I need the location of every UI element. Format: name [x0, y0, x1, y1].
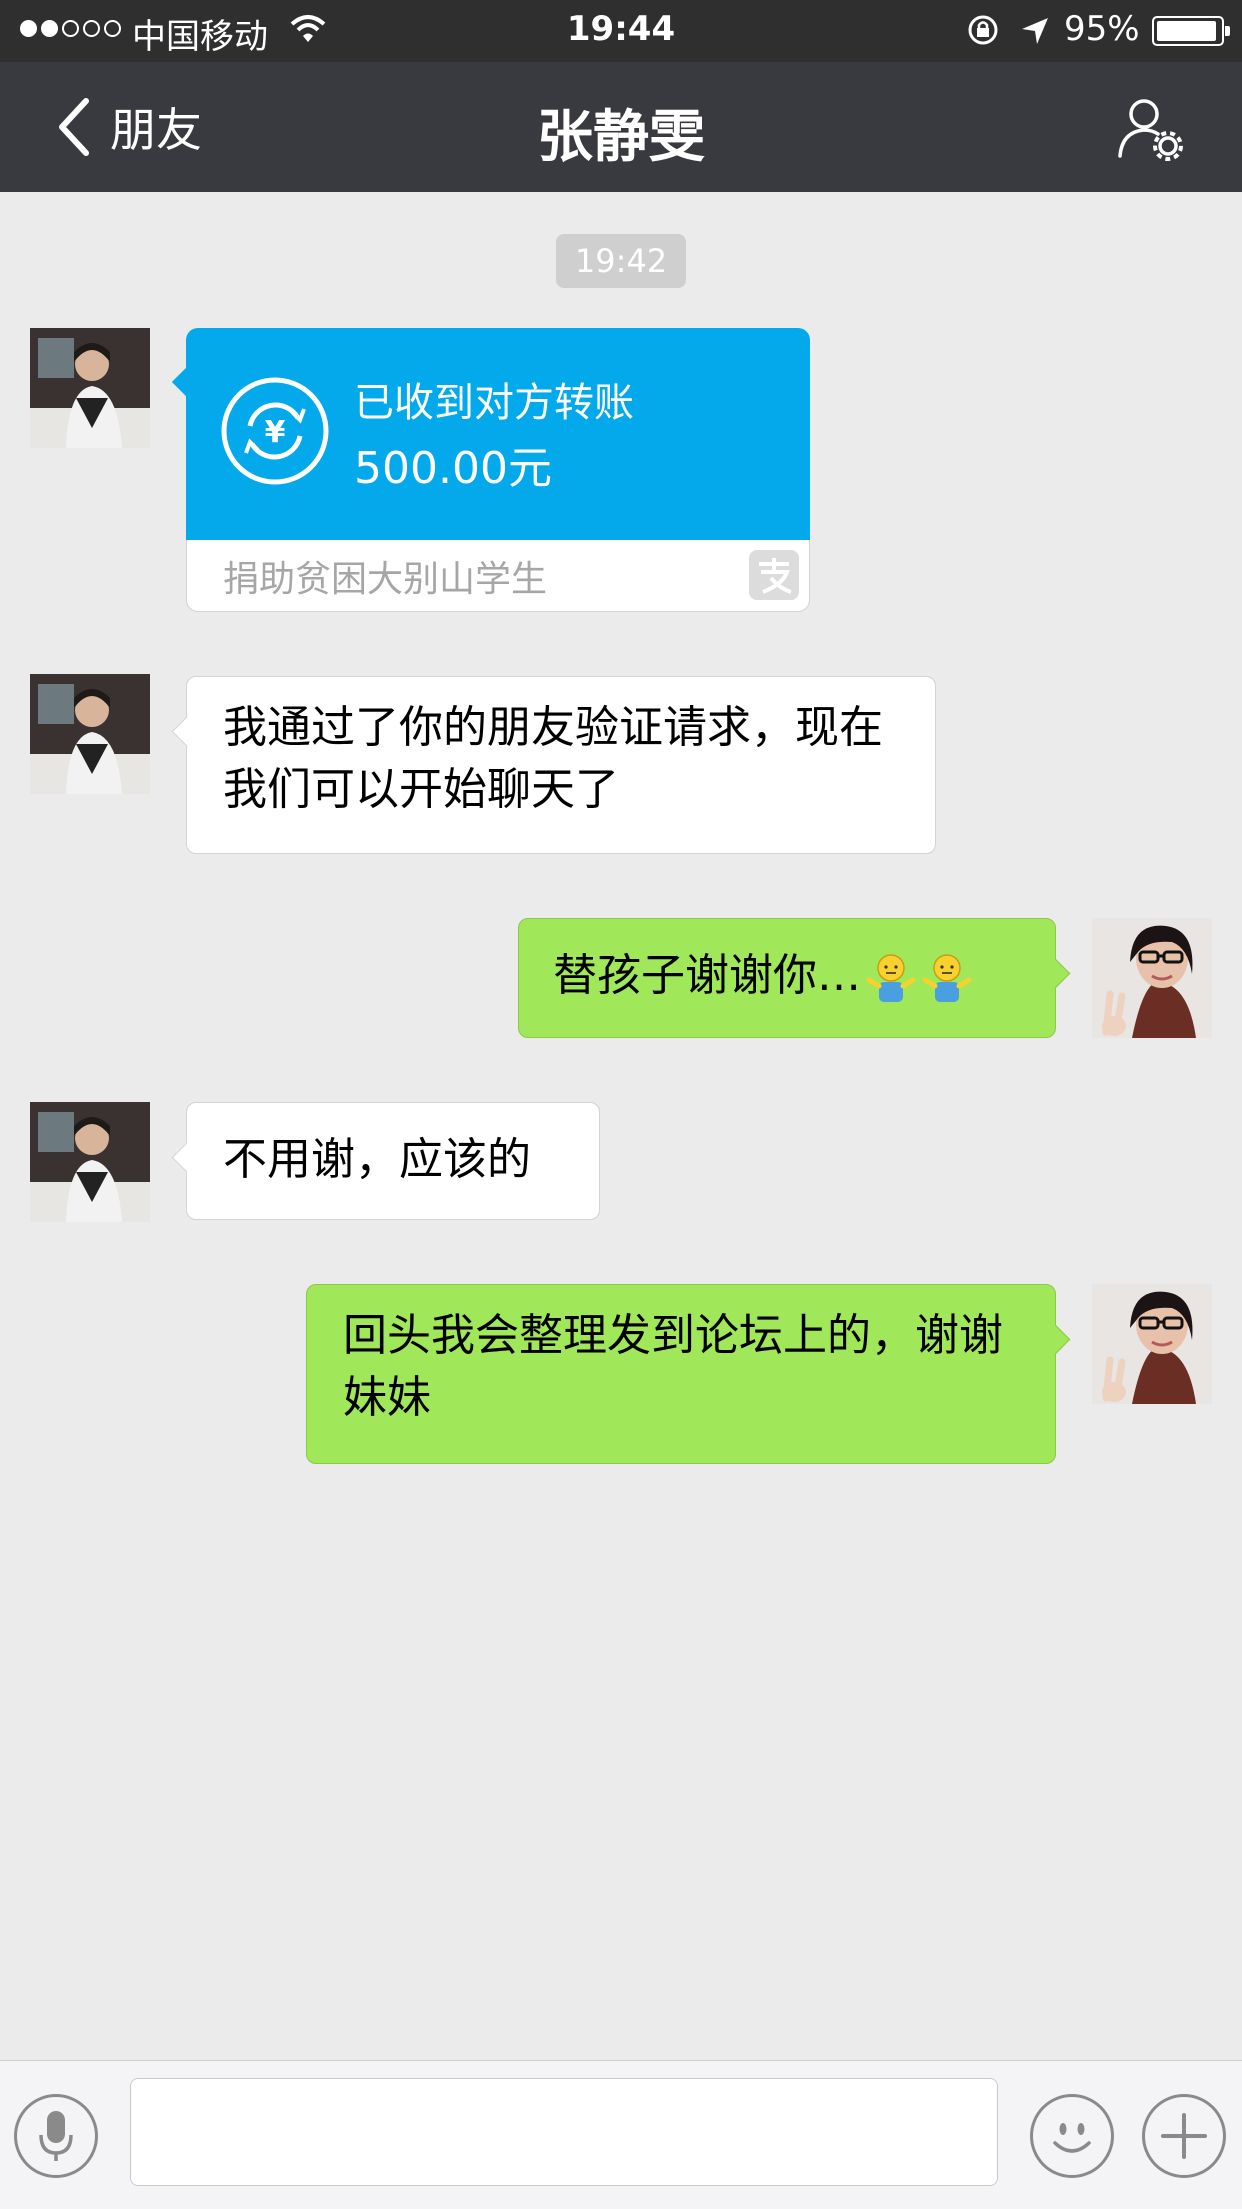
message-bubble-incoming[interactable]: 不用谢，应该的	[171, 1102, 600, 1220]
battery-percent: 95%	[1064, 9, 1140, 49]
message-timestamp: 19:42	[556, 234, 686, 288]
message-text: 替孩子谢谢你…	[553, 950, 861, 1001]
status-bar: 中国移动 19:44 95%	[0, 0, 1242, 62]
transfer-card-header: ¥ 已收到对方转账 500.00元	[186, 328, 810, 540]
emoji-button[interactable]	[1030, 2094, 1114, 2178]
transfer-status: 已收到对方转账	[354, 380, 634, 426]
contact-avatar[interactable]	[30, 674, 150, 794]
my-avatar[interactable]	[1092, 918, 1212, 1038]
transfer-card-footer: 捐助贫困大别山学生	[186, 540, 810, 612]
contact-avatar[interactable]	[30, 1102, 150, 1222]
message-input[interactable]	[130, 2078, 998, 2186]
message-bubble-incoming[interactable]: 我通过了你的朋友验证请求，现在我们可以开始聊天了	[171, 676, 936, 854]
more-options-button[interactable]	[1142, 2094, 1226, 2178]
battery-icon	[1152, 16, 1230, 46]
message-text: 不用谢，应该的	[223, 1134, 531, 1185]
message-bubble-outgoing[interactable]: 替孩子谢谢你…	[518, 918, 1071, 1038]
voice-input-button[interactable]	[14, 2094, 98, 2178]
transfer-memo: 捐助贫困大别山学生	[223, 559, 548, 600]
yuan-transfer-icon: ¥	[221, 377, 329, 485]
emoji-smiley-icon	[1053, 2123, 1091, 2153]
shrug-emoji-icon	[866, 954, 916, 1002]
location-arrow-icon	[1022, 18, 1048, 44]
message-text: 我通过了你的朋友验证请求，现在我们可以开始聊天了	[223, 702, 883, 815]
transfer-card[interactable]: ¥ 已收到对方转账 500.00元 捐助贫困大别山学生	[171, 328, 810, 612]
message-text: 回头我会整理发到论坛上的，谢谢妹妹	[343, 1310, 1003, 1423]
svg-text:¥: ¥	[265, 415, 286, 450]
battery-level-fill	[1157, 21, 1216, 41]
contact-avatar[interactable]	[30, 328, 150, 448]
voice-mic-icon	[39, 2111, 73, 2161]
navigation-bar: 朋友 张静雯	[0, 62, 1242, 192]
alipay-icon	[749, 550, 799, 600]
status-time: 19:44	[566, 9, 676, 49]
my-avatar[interactable]	[1092, 1284, 1212, 1404]
contact-settings-icon[interactable]	[1116, 92, 1188, 164]
plus-icon	[1161, 2113, 1207, 2159]
chat-title: 张静雯	[537, 105, 705, 170]
message-bubble-outgoing[interactable]: 回头我会整理发到论坛上的，谢谢妹妹	[306, 1284, 1071, 1464]
orientation-lock-icon	[968, 15, 998, 45]
shrug-emoji-icon	[922, 954, 972, 1002]
transfer-amount: 500.00元	[354, 443, 552, 494]
